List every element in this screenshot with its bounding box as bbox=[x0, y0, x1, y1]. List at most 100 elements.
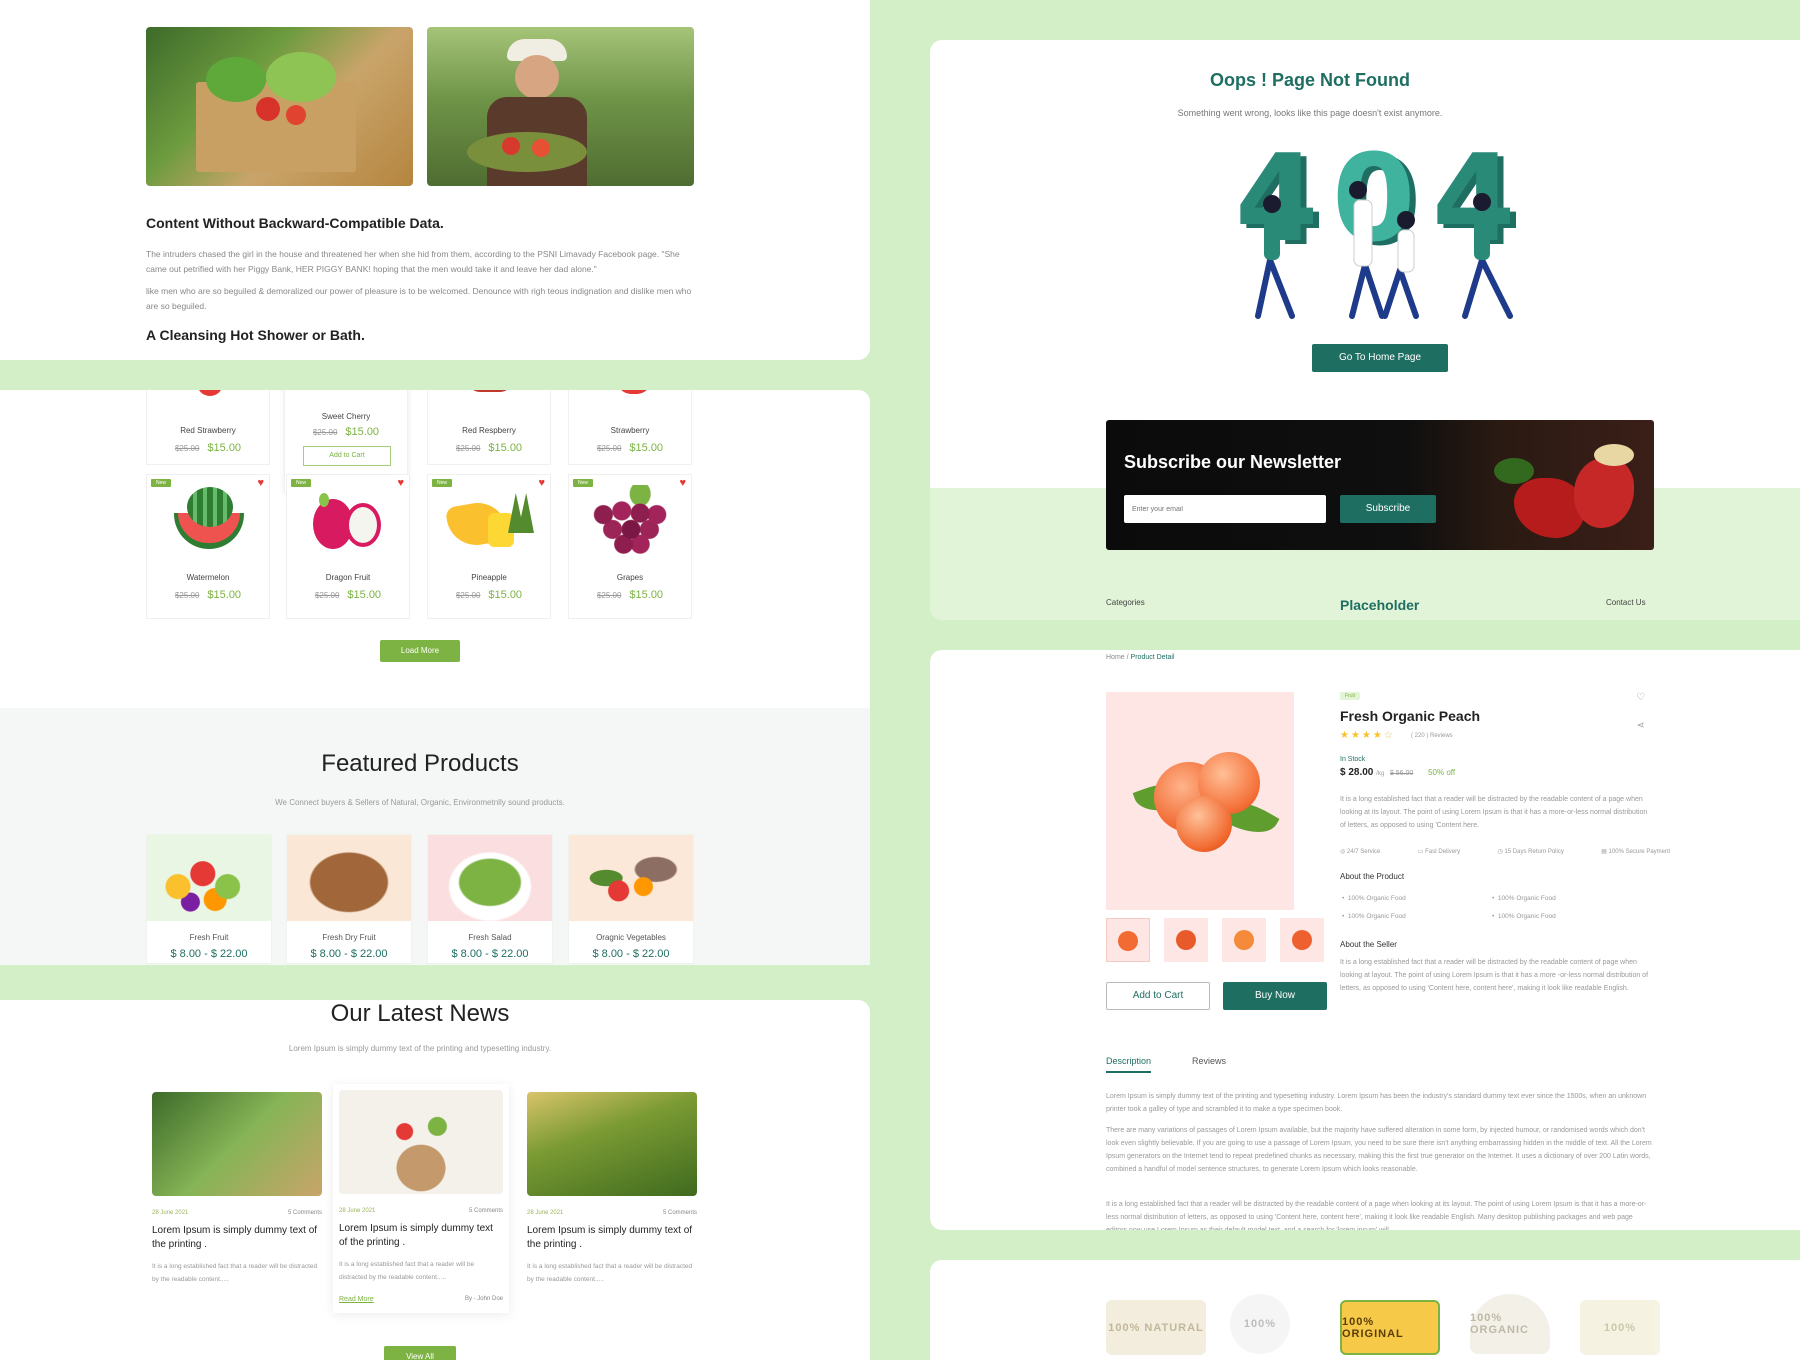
featured-price: $ 8.00 - $ 22.00 bbox=[310, 948, 388, 960]
description-p1: Lorem Ipsum is simply dummy text of the … bbox=[1106, 1093, 1647, 1113]
product-card[interactable]: Red Respberry $25.00 $15.00 bbox=[427, 390, 551, 465]
featured-section: Featured Products We Connect buyers & Se… bbox=[0, 708, 870, 965]
price: $15.00 bbox=[629, 442, 664, 454]
heart-icon[interactable]: ♥ bbox=[679, 478, 686, 489]
breadcrumb-home[interactable]: Home bbox=[1106, 654, 1125, 661]
blog-subheading: A Cleansing Hot Shower or Bath. bbox=[146, 327, 365, 343]
featured-name: Fresh Dry Fruit bbox=[322, 933, 376, 942]
featured-card[interactable]: Oragnic Vegetables $ 8.00 - $ 22.00 bbox=[568, 834, 694, 964]
news-item[interactable]: 28 June 2021 5 Comments Lorem Ipsum is si… bbox=[152, 1092, 322, 1286]
fresh-fruit-image bbox=[147, 835, 271, 921]
product-card[interactable]: New ♥ Pineapple $25.00 $15.00 bbox=[427, 474, 551, 619]
price: $15.00 bbox=[345, 426, 380, 438]
featured-card[interactable]: Fresh Fruit $ 8.00 - $ 22.00 bbox=[146, 834, 272, 964]
blog-paragraph-1: The intruders chased the girl in the hou… bbox=[146, 249, 680, 274]
add-to-cart-button[interactable]: Add to Cart bbox=[1106, 982, 1210, 1010]
feature-secure: ▤ 100% Secure Payment bbox=[1601, 849, 1670, 855]
blog-card: Content Without Backward-Compatible Data… bbox=[0, 0, 870, 360]
breadcrumb-current: Product Detail bbox=[1130, 654, 1175, 661]
thumbnail[interactable] bbox=[1164, 918, 1208, 962]
product-card[interactable]: Strawberry $25.00 $15.00 bbox=[568, 390, 692, 465]
shop-grid-card: Red Strawberry $25.00 $15.00 Sweet Cherry… bbox=[0, 390, 870, 965]
brand-logo: 100% ORGANIC bbox=[1470, 1294, 1550, 1354]
brand-logo: 100% NATURAL bbox=[1106, 1300, 1206, 1355]
news-author: By - John Doe bbox=[464, 1296, 503, 1302]
footer-logo-placeholder: Placeholder bbox=[1340, 597, 1420, 613]
discount: 50% off bbox=[1428, 768, 1456, 777]
product-card[interactable]: Red Strawberry $25.00 $15.00 bbox=[146, 390, 270, 465]
view-all-button[interactable]: View All bbox=[384, 1346, 456, 1360]
add-to-cart-button[interactable]: Add to Cart bbox=[303, 446, 391, 466]
old-price: $25.00 bbox=[174, 444, 200, 453]
review-count[interactable]: ( 220 ) Reviews bbox=[1411, 733, 1453, 739]
thumbnail[interactable] bbox=[1280, 918, 1324, 962]
price: $15.00 bbox=[207, 442, 242, 454]
price: $15.00 bbox=[488, 589, 523, 601]
news-item-desc: It is a long established fact that a rea… bbox=[152, 1263, 318, 1283]
product-card[interactable]: New ♥ Grapes $25.00 $15.00 bbox=[568, 474, 692, 619]
product-detail-card: Home / Product Detail Add to Cart Buy No… bbox=[930, 650, 1800, 1230]
load-more-button[interactable]: Load More bbox=[380, 640, 460, 662]
news-item-title[interactable]: Lorem Ipsum is simply dummy text of the … bbox=[152, 1224, 322, 1252]
truck-icon: ▭ bbox=[1417, 849, 1424, 855]
price: $15.00 bbox=[629, 589, 664, 601]
price-row: $ 28.00 /kg $ 56.00 50% off bbox=[1340, 767, 1455, 778]
newsletter-title: Subscribe our Newsletter bbox=[1124, 452, 1342, 472]
news-item-highlighted[interactable]: 28 June 2021 5 Comments Lorem Ipsum is si… bbox=[333, 1084, 509, 1313]
stock-status: In Stock bbox=[1340, 756, 1366, 763]
read-more-link[interactable]: Read More bbox=[339, 1296, 374, 1303]
about-item: 100% Organic Food bbox=[1347, 913, 1406, 920]
thumbnail-row bbox=[1106, 918, 1324, 962]
thumbnail[interactable] bbox=[1106, 918, 1150, 962]
news-date: 28 June 2021 bbox=[339, 1208, 376, 1214]
feature-delivery: ▭ Fast Delivery bbox=[1417, 849, 1461, 855]
news-card: Our Latest News Lorem Ipsum is simply du… bbox=[0, 1000, 870, 1360]
return-icon: ◷ bbox=[1497, 849, 1503, 855]
news-item-title[interactable]: Lorem Ipsum is simply dummy text of the … bbox=[527, 1224, 697, 1252]
news-item[interactable]: 28 June 2021 5 Comments Lorem Ipsum is si… bbox=[527, 1092, 697, 1286]
product-card[interactable]: New ♥ Dragon Fruit $25.00 $15.00 bbox=[286, 474, 410, 619]
news-date: 28 June 2021 bbox=[152, 1210, 189, 1216]
footer-contact[interactable]: Contact Us bbox=[1606, 598, 1646, 607]
description-p3: It is a long established fact that a rea… bbox=[1106, 1201, 1647, 1230]
main-product-image bbox=[1106, 692, 1294, 910]
card-icon: ▤ bbox=[1601, 849, 1607, 855]
dragon-fruit-image bbox=[309, 487, 389, 557]
product-name: Strawberry bbox=[610, 426, 650, 435]
heart-icon[interactable]: ♡ bbox=[1636, 692, 1645, 703]
pineapple-image bbox=[444, 489, 536, 557]
about-product-title: About the Product bbox=[1340, 872, 1405, 881]
featured-title: Featured Products bbox=[321, 750, 519, 777]
go-home-button[interactable]: Go To Home Page bbox=[1312, 344, 1448, 372]
email-input[interactable] bbox=[1124, 495, 1326, 523]
share-icon[interactable]: ⋖ bbox=[1637, 720, 1645, 731]
tab-description[interactable]: Description bbox=[1106, 1056, 1152, 1073]
footer-categories[interactable]: Categories bbox=[1106, 598, 1145, 607]
buy-now-button[interactable]: Buy Now bbox=[1223, 982, 1327, 1010]
newsletter-banner: Subscribe our Newsletter Subscribe bbox=[1106, 420, 1654, 550]
featured-price: $ 8.00 - $ 22.00 bbox=[451, 948, 529, 960]
news-comments: 5 Comments bbox=[468, 1208, 503, 1214]
featured-name: Oragnic Vegetables bbox=[596, 933, 666, 942]
about-item: 100% Organic Food bbox=[1347, 895, 1406, 902]
price-unit: /kg bbox=[1376, 771, 1385, 777]
product-name: Dragon Fruit bbox=[325, 573, 371, 582]
product-card[interactable]: New ♥ Watermelon $25.00 $15.00 bbox=[146, 474, 270, 619]
news-image bbox=[152, 1092, 322, 1196]
subscribe-button[interactable]: Subscribe bbox=[1340, 495, 1436, 523]
news-item-title[interactable]: Lorem Ipsum is simply dummy text of the … bbox=[339, 1222, 503, 1250]
product-name: Grapes bbox=[616, 573, 644, 582]
vegetable-box-image bbox=[146, 27, 413, 186]
feature-return: ◷ 15 Days Return Policy bbox=[1497, 849, 1564, 855]
featured-card[interactable]: Fresh Salad $ 8.00 - $ 22.00 bbox=[427, 834, 553, 964]
brand-logo: 100% bbox=[1580, 1300, 1660, 1355]
featured-card[interactable]: Fresh Dry Fruit $ 8.00 - $ 22.00 bbox=[286, 834, 412, 964]
heart-icon[interactable]: ♥ bbox=[397, 478, 404, 489]
category-tag: Fruit bbox=[1340, 692, 1360, 700]
heart-icon[interactable]: ♥ bbox=[257, 478, 264, 489]
tab-reviews[interactable]: Reviews bbox=[1192, 1056, 1226, 1066]
thumbnail[interactable] bbox=[1222, 918, 1266, 962]
news-date: 28 June 2021 bbox=[527, 1210, 564, 1216]
heart-icon[interactable]: ♥ bbox=[538, 478, 545, 489]
new-badge: New bbox=[151, 479, 172, 487]
